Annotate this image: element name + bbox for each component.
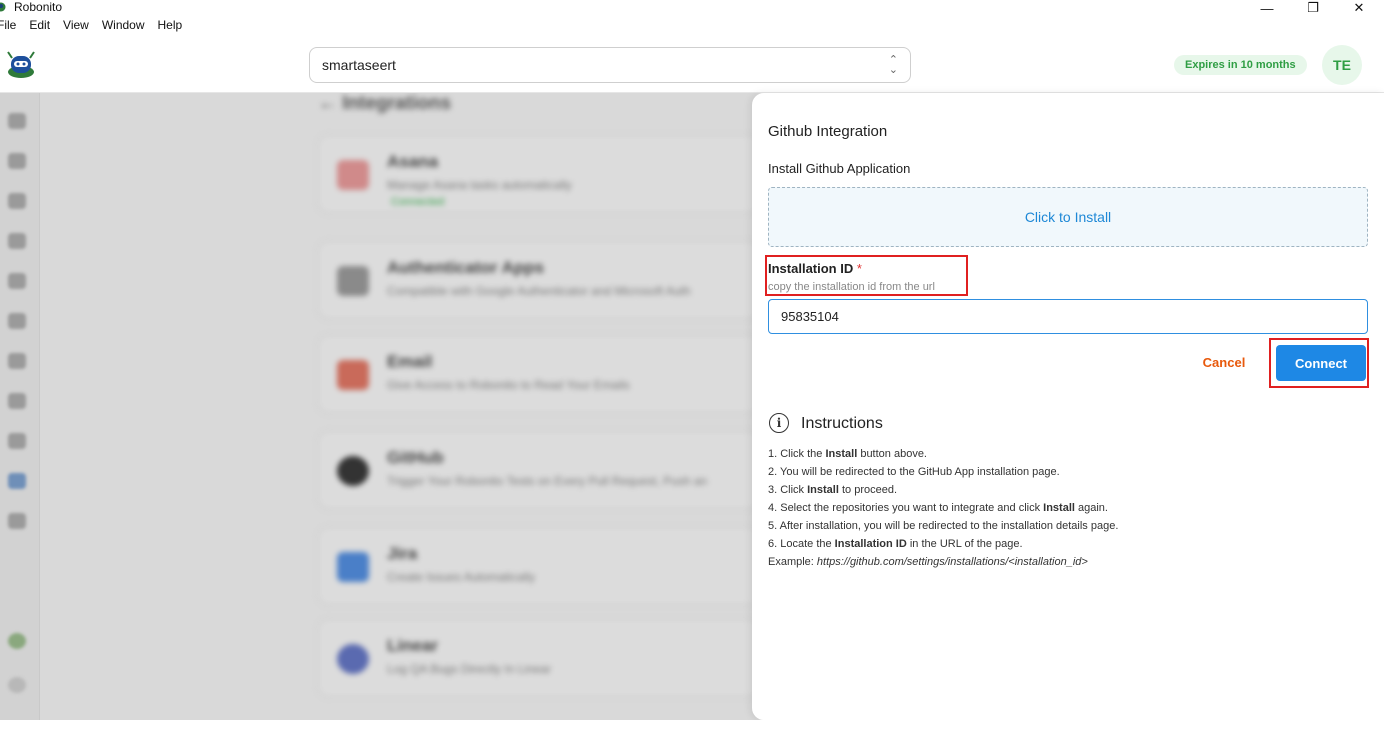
sidebar-key-icon: [8, 313, 26, 329]
integration-card-linear: Linear Log QA Bugs Directly In Linear: [318, 619, 758, 697]
connect-button[interactable]: Connect: [1276, 345, 1366, 381]
menu-edit[interactable]: Edit: [29, 18, 50, 38]
integration-card-authenticator: Authenticator Apps Compatible with Googl…: [318, 241, 758, 319]
installation-id-input[interactable]: [768, 299, 1368, 334]
click-to-install-button[interactable]: Click to Install: [768, 187, 1368, 247]
expiry-badge: Expires in 10 months: [1174, 55, 1307, 75]
menu-help[interactable]: Help: [158, 18, 183, 38]
instruction-step: 1. Click the Install button above.: [768, 448, 927, 460]
info-icon: i: [769, 413, 789, 433]
app-header: smartaseert ⌃ ⌄ Expires in 10 months TE: [0, 38, 1384, 93]
github-integration-drawer: Github Integration Install Github Applic…: [752, 93, 1384, 720]
drawer-title: Github Integration: [768, 123, 888, 140]
integration-card-email: Email Give Access to Robonito to Read Yo…: [318, 335, 758, 413]
instruction-step: 3. Click Install to proceed.: [768, 484, 898, 496]
close-button[interactable]: ✕: [1336, 0, 1382, 16]
menu-bar: File Edit View Window Help: [0, 18, 195, 38]
jira-icon: [337, 552, 369, 582]
user-avatar[interactable]: TE: [1322, 45, 1362, 85]
card-desc: Create Issues Automatically: [387, 570, 536, 584]
menu-view[interactable]: View: [63, 18, 89, 38]
sidebar: [0, 93, 40, 720]
sidebar-users-icon: [8, 233, 26, 249]
cancel-button[interactable]: Cancel: [1192, 350, 1256, 374]
card-desc: Compatible with Google Authenticator and…: [387, 284, 691, 298]
sidebar-calendar-icon: [8, 353, 26, 369]
instruction-example: Example: https://github.com/settings/ins…: [768, 556, 1088, 568]
card-title: Asana: [387, 152, 439, 171]
sidebar-home-icon: [8, 113, 26, 129]
instructions-list: 1. Click the Install button above. 2. Yo…: [768, 445, 1118, 571]
sidebar-folder-icon: [8, 193, 26, 209]
instructions-title: Instructions: [801, 415, 883, 432]
sidebar-globe-icon: [8, 633, 26, 649]
install-section-label: Install Github Application: [768, 161, 911, 176]
authenticator-icon: [337, 266, 369, 296]
card-title: GitHub: [387, 448, 444, 467]
required-mark: *: [856, 261, 862, 276]
card-desc: Give Access to Robonito to Read Your Ema…: [387, 378, 630, 392]
integration-card-asana: Asana Manage Asana tasks automatically C…: [318, 135, 758, 213]
window-titlebar: Robonito — ❐ ✕: [0, 0, 1384, 16]
gmail-icon: [337, 360, 369, 390]
page-title: ← Integrations: [318, 93, 452, 114]
card-status: Connected: [391, 196, 445, 208]
installation-id-label: Installation ID *: [768, 261, 862, 276]
minimize-button[interactable]: —: [1244, 0, 1290, 16]
sidebar-clock-icon: [8, 273, 26, 289]
asana-icon: [337, 160, 369, 190]
installation-id-label-text: Installation ID: [768, 261, 854, 276]
sidebar-lock-icon: [8, 393, 26, 409]
instruction-step: 4. Select the repositories you want to i…: [768, 502, 1108, 514]
card-desc: Manage Asana tasks automatically: [387, 178, 572, 192]
linear-icon: [337, 644, 369, 674]
card-title: Linear: [387, 636, 439, 655]
bottom-strip: [0, 720, 1384, 732]
instruction-step: 6. Locate the Installation ID in the URL…: [768, 538, 1023, 550]
organization-select-value: smartaseert: [322, 57, 396, 73]
menu-window[interactable]: Window: [102, 18, 145, 38]
sidebar-search-icon: [8, 153, 26, 169]
updown-chevron-icon: ⌃ ⌄: [888, 54, 898, 76]
sidebar-zoom-icon: [8, 433, 26, 449]
card-desc: Log QA Bugs Directly In Linear: [387, 662, 552, 676]
github-icon: [337, 456, 369, 486]
window-title: Robonito: [14, 0, 63, 14]
card-title: Jira: [387, 544, 418, 563]
card-desc: Trigger Your Robonito Tests on Every Pul…: [387, 474, 708, 488]
instruction-step: 2. You will be redirected to the GitHub …: [768, 466, 1060, 478]
maximize-button[interactable]: ❐: [1290, 0, 1336, 16]
menu-file[interactable]: File: [0, 18, 16, 38]
sidebar-integrations-icon: [8, 473, 26, 489]
app-icon: [0, 2, 6, 12]
card-title: Email: [387, 352, 433, 371]
instruction-step: 5. After installation, you will be redir…: [768, 520, 1119, 532]
sidebar-video-icon: [8, 513, 26, 529]
organization-select[interactable]: smartaseert ⌃ ⌄: [309, 47, 911, 83]
installation-id-hint: copy the installation id from the url: [768, 281, 935, 293]
integration-card-github: GitHub Trigger Your Robonito Tests on Ev…: [318, 431, 758, 509]
robonito-logo[interactable]: [4, 48, 38, 80]
integration-card-jira: Jira Create Issues Automatically: [318, 527, 758, 605]
page-title-text: Integrations: [342, 93, 452, 114]
card-title: Authenticator Apps: [387, 258, 545, 277]
sidebar-settings-icon: [8, 677, 26, 693]
